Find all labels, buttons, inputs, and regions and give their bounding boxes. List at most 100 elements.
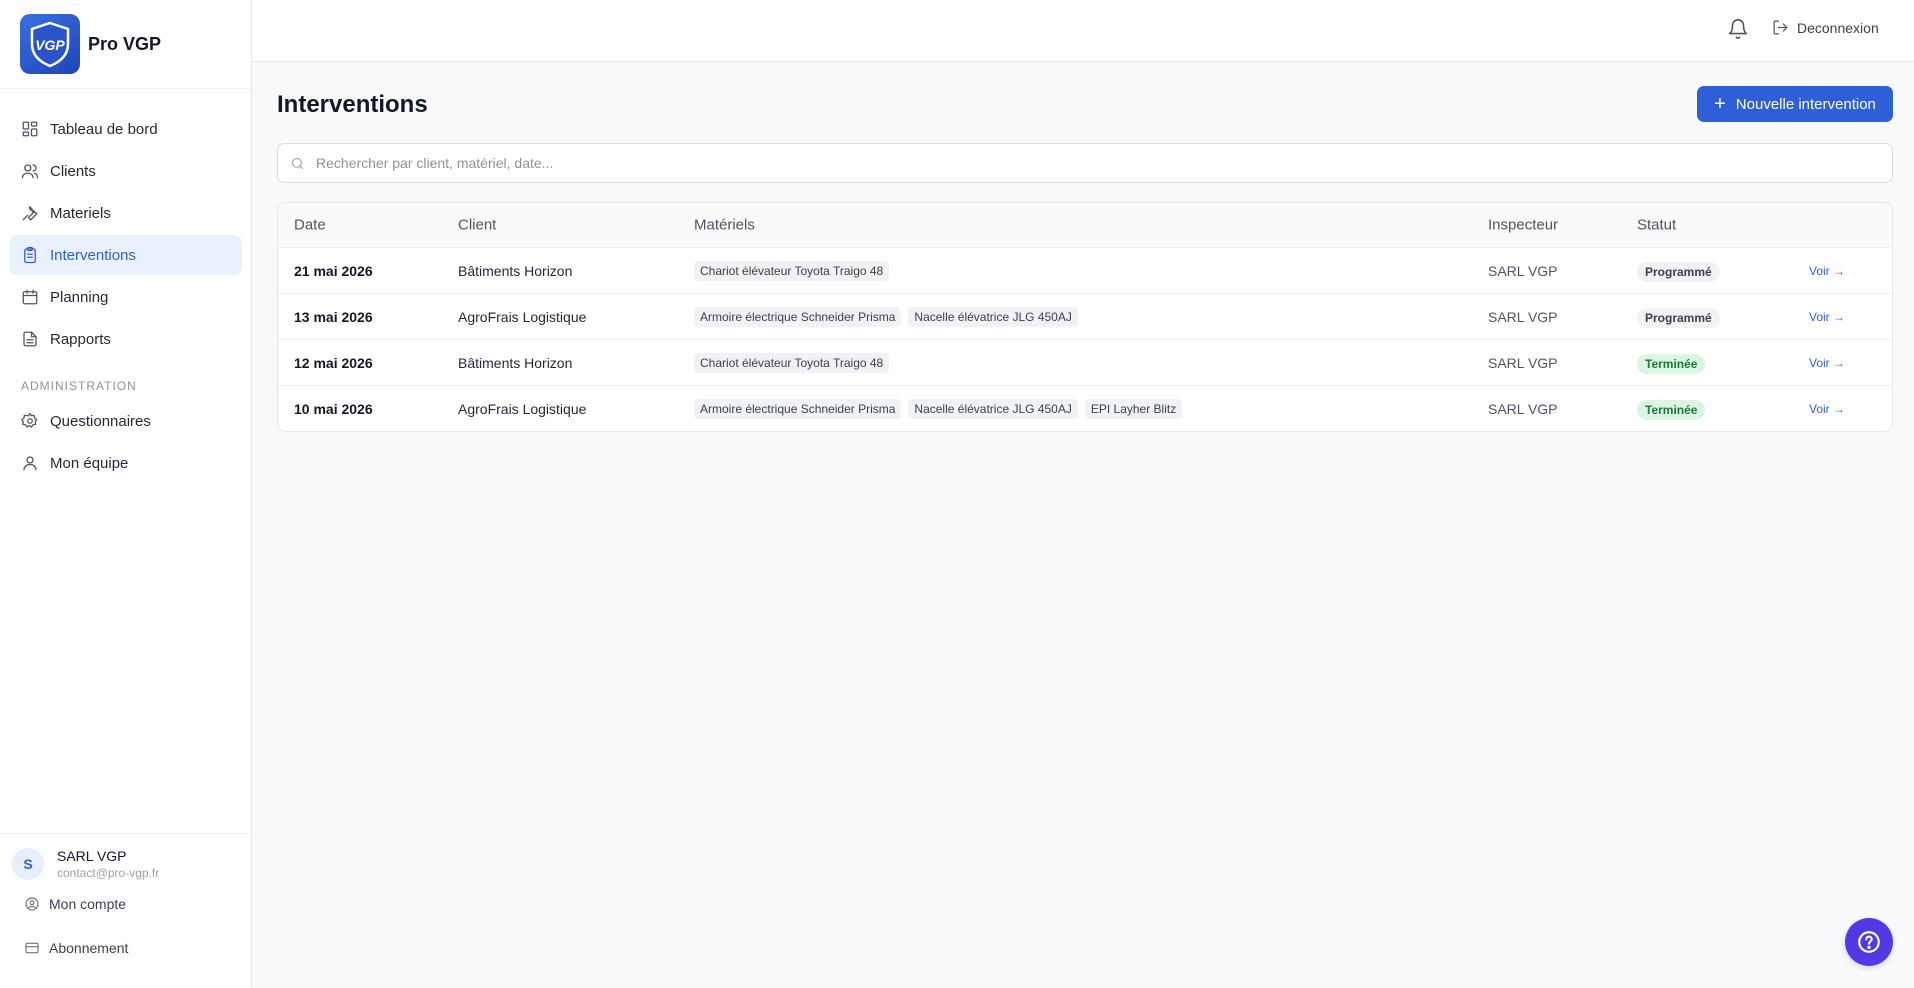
- row-inspecteur: SARL VGP: [1488, 401, 1558, 417]
- file-icon: [21, 330, 39, 348]
- row-client: AgroFrais Logistique: [458, 308, 587, 325]
- user-email: contact@pro-vgp.fr: [57, 866, 160, 880]
- status-badge: Terminée: [1637, 400, 1706, 420]
- mon-compte-link[interactable]: Mon compte: [0, 884, 251, 924]
- view-link[interactable]: Voir →: [1809, 310, 1845, 324]
- brand[interactable]: VGP Pro VGP: [0, 0, 251, 89]
- search-input[interactable]: [316, 155, 1816, 171]
- row-status: Terminée: [1637, 353, 1706, 374]
- sidebar-item-label: Questionnaires: [50, 412, 151, 430]
- view-link[interactable]: Voir →: [1809, 264, 1845, 278]
- user-name: SARL VGP: [57, 848, 127, 864]
- sidebar-item-clients[interactable]: Clients: [9, 151, 242, 191]
- abonnement-link[interactable]: Abonnement: [0, 928, 251, 968]
- sidebar-item-questionnaires[interactable]: Questionnaires: [9, 401, 242, 441]
- clipboard-icon: [21, 246, 39, 264]
- row-status: Programmé: [1637, 307, 1720, 328]
- mon-compte-label: Mon compte: [49, 896, 127, 912]
- abonnement-label: Abonnement: [49, 940, 129, 956]
- row-date: 13 mai 2026: [294, 308, 373, 325]
- sidebar-item-dashboard[interactable]: Tableau de bord: [9, 109, 242, 149]
- logout-label: Deconnexion: [1797, 19, 1879, 36]
- user-icon: [21, 454, 39, 472]
- search-bar[interactable]: [277, 143, 1893, 183]
- avatar: S: [12, 848, 44, 880]
- row-date: 10 mai 2026: [294, 401, 373, 417]
- column-header-client[interactable]: Client: [458, 217, 496, 234]
- row-client: Bâtiments Horizon: [458, 262, 573, 279]
- new-intervention-label: Nouvelle intervention: [1735, 95, 1876, 113]
- sidebar-footer: S SARL VGP contact@pro-vgp.fr Mon compte…: [0, 833, 251, 988]
- row-date: 12 mai 2026: [294, 354, 373, 371]
- row-client: Bâtiments Horizon: [458, 354, 573, 371]
- sidebar-item-materiels[interactable]: Materiels: [9, 193, 242, 233]
- svg-text:VGP: VGP: [35, 37, 65, 53]
- column-header-materiels[interactable]: Matériels: [694, 217, 755, 234]
- view-link[interactable]: Voir →: [1809, 402, 1845, 416]
- sidebar-item-label: Clients: [50, 162, 96, 180]
- bell-icon: [1728, 19, 1748, 39]
- users-icon: [21, 162, 39, 180]
- brand-name: Pro VGP: [88, 33, 162, 54]
- calendar-icon: [21, 288, 39, 306]
- row-inspecteur: SARL VGP: [1488, 262, 1558, 279]
- plus-icon: +: [1714, 93, 1726, 115]
- wrench-icon: [21, 204, 39, 222]
- new-intervention-button[interactable]: + Nouvelle intervention: [1697, 86, 1893, 122]
- sidebar-item-label: Rapports: [50, 330, 111, 348]
- row-status: Terminée: [1637, 400, 1706, 420]
- sidebar-item-label: Mon équipe: [50, 454, 129, 472]
- sidebar-item-planning[interactable]: Planning: [9, 277, 242, 317]
- sidebar-item-mon-equipe[interactable]: Mon équipe: [9, 443, 242, 483]
- row-status: Programmé: [1637, 261, 1720, 282]
- status-badge: Terminée: [1637, 353, 1706, 374]
- shield-logo-icon: VGP: [30, 21, 70, 68]
- notifications-button[interactable]: [1727, 18, 1749, 40]
- logout-button[interactable]: Deconnexion: [1772, 19, 1879, 36]
- table-header: Date Client Matériels Inspecteur Statut: [278, 203, 1892, 248]
- user-profile[interactable]: S SARL VGP contact@pro-vgp.fr: [0, 848, 251, 880]
- topbar: Deconnexion: [252, 0, 1914, 62]
- materiel-chip: Armoire électrique Schneider Prisma: [694, 306, 902, 327]
- materiel-chip: Nacelle élévatrice JLG 450AJ: [908, 399, 1078, 419]
- table-row[interactable]: 12 mai 2026 Bâtiments Horizon Chariot él…: [278, 340, 1892, 386]
- sidebar-item-rapports[interactable]: Rapports: [9, 319, 242, 359]
- table-row[interactable]: 21 mai 2026 Bâtiments Horizon Chariot él…: [278, 248, 1892, 294]
- sidebar-item-interventions[interactable]: Interventions: [9, 235, 242, 275]
- main-nav: Tableau de bord Clients Materiels Interv…: [0, 89, 251, 483]
- logo: VGP: [20, 14, 80, 74]
- gear-icon: [21, 412, 39, 430]
- table-row[interactable]: 10 mai 2026 AgroFrais Logistique Armoire…: [278, 386, 1892, 431]
- view-link[interactable]: Voir →: [1809, 356, 1845, 370]
- status-badge: Programmé: [1637, 307, 1720, 328]
- row-materiels: Chariot élévateur Toyota Traigo 48: [694, 260, 890, 281]
- row-materiels: Armoire électrique Schneider Prisma Nace…: [694, 399, 1183, 419]
- row-date: 21 mai 2026: [294, 262, 373, 279]
- column-header-statut[interactable]: Statut: [1637, 217, 1676, 234]
- sidebar-item-label: Tableau de bord: [50, 120, 158, 138]
- status-badge: Programmé: [1637, 261, 1720, 282]
- dashboard-icon: [21, 120, 39, 138]
- row-inspecteur: SARL VGP: [1488, 354, 1558, 371]
- page-title: Interventions: [277, 91, 428, 118]
- admin-section-heading: ADMINISTRATION: [21, 379, 137, 393]
- credit-card-icon: [25, 942, 39, 954]
- row-inspecteur: SARL VGP: [1488, 308, 1558, 325]
- sidebar-item-label: Materiels: [50, 204, 111, 222]
- help-button[interactable]: [1845, 918, 1893, 966]
- materiel-chip: Nacelle élévatrice JLG 450AJ: [908, 306, 1078, 327]
- materiel-chip: Chariot élévateur Toyota Traigo 48: [694, 260, 890, 281]
- interventions-table: Date Client Matériels Inspecteur Statut …: [277, 202, 1893, 432]
- column-header-date[interactable]: Date: [294, 217, 326, 234]
- account-icon: [25, 897, 39, 911]
- sidebar-item-label: Planning: [50, 288, 109, 306]
- materiel-chip: Chariot élévateur Toyota Traigo 48: [694, 352, 890, 373]
- search-icon: [291, 157, 304, 169]
- sidebar: VGP Pro VGP Tableau de bord Clients Mate…: [0, 0, 252, 988]
- table-row[interactable]: 13 mai 2026 AgroFrais Logistique Armoire…: [278, 294, 1892, 340]
- column-header-inspecteur[interactable]: Inspecteur: [1488, 217, 1558, 234]
- row-materiels: Chariot élévateur Toyota Traigo 48: [694, 352, 890, 373]
- materiel-chip: EPI Layher Blitz: [1084, 399, 1183, 419]
- logout-icon: [1773, 20, 1788, 35]
- help-icon: [1858, 931, 1880, 953]
